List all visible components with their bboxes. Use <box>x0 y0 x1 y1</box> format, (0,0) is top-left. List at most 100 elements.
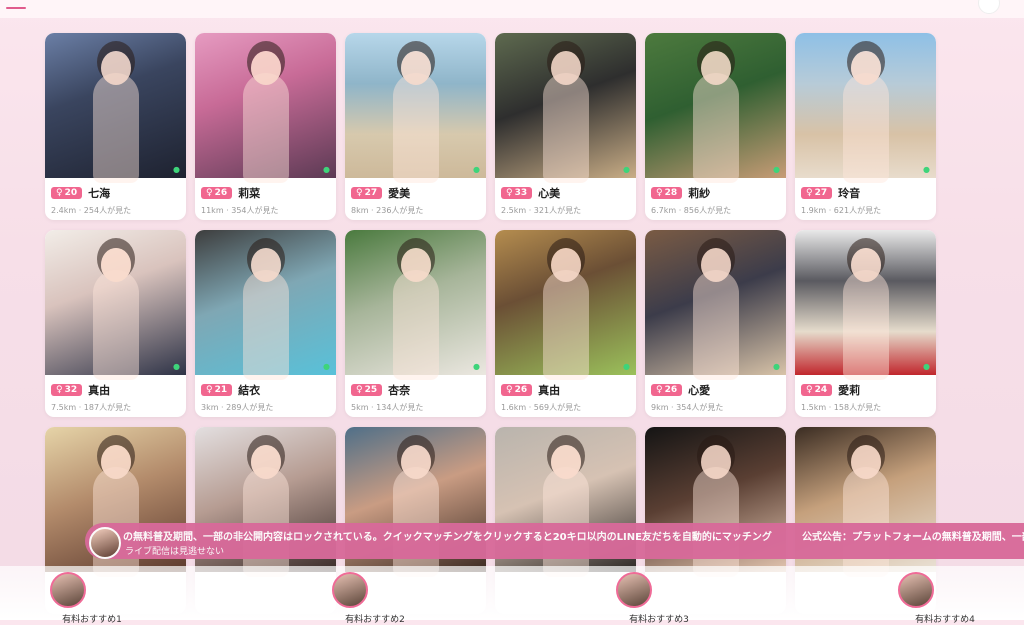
separator: · <box>76 403 84 412</box>
person-head <box>250 445 281 479</box>
profile-card[interactable]: ● ♀ 24 愛莉 1.5km · 158人が見た <box>795 230 936 417</box>
female-icon: ♀ <box>806 188 813 198</box>
profile-photo <box>195 230 336 380</box>
profile-photo <box>45 230 186 380</box>
distance: 9km <box>651 403 669 412</box>
view-count: 569人が見た <box>533 403 582 412</box>
age-badge: ♀ 26 <box>201 187 233 199</box>
person-head <box>700 248 731 282</box>
person-silhouette <box>92 73 139 183</box>
person-head <box>100 51 131 85</box>
view-count: 321人が見た <box>533 206 582 215</box>
nav-item-paid-2[interactable]: 有料おすすめ2 <box>302 572 405 625</box>
profile-name: 真由 <box>538 384 561 397</box>
view-count: 354人が見た <box>676 403 724 412</box>
profile-photo <box>345 33 486 183</box>
card-title-row: ♀ 27 玲音 <box>801 186 860 200</box>
age-badge: ♀ 28 <box>651 187 683 199</box>
profile-meta: 7.5km · 187人が見た <box>51 402 131 413</box>
distance: 3km <box>201 403 219 412</box>
profile-card[interactable]: ● ♀ 21 結衣 3km · 289人が見た <box>195 230 336 417</box>
profile-grid: ● ♀ 20 七海 2.4km · 254人が見た ● ♀ 26 莉菜 11km · 354人が見… <box>45 33 937 614</box>
age-value: 24 <box>814 385 828 395</box>
age-value: 25 <box>364 385 378 395</box>
person-silhouette <box>842 467 889 577</box>
nav-label: 有料おすすめ3 <box>629 615 689 625</box>
profile-card[interactable]: ● ♀ 26 心愛 9km · 354人が見た <box>645 230 786 417</box>
profile-name: 愛莉 <box>838 384 861 397</box>
distance: 2.5km <box>501 206 527 215</box>
card-title-row: ♀ 20 七海 <box>51 186 110 200</box>
nav-item-paid-3[interactable]: 有料おすすめ3 <box>586 572 689 625</box>
profile-meta: 9km · 354人が見た <box>651 402 723 413</box>
female-icon: ♀ <box>656 188 663 198</box>
announcement-avatar <box>89 527 121 559</box>
profile-photo <box>795 230 936 380</box>
profile-card[interactable]: ● ♀ 26 真由 1.6km · 569人が見た <box>495 230 636 417</box>
announcement-banner[interactable]: の無料普及期間、一部の非公開内容はロックされている。クイックマッチングをクリック… <box>85 523 1024 559</box>
distance: 5km <box>351 403 369 412</box>
profile-meta: 3km · 289人が見た <box>201 402 273 413</box>
person-silhouette <box>242 270 289 380</box>
nav-item-paid-4[interactable]: 有料おすすめ4 <box>868 572 975 625</box>
distance: 11km <box>201 206 224 215</box>
online-indicator-icon: ● <box>323 165 330 174</box>
profile-meta: 6.7km · 856人が見た <box>651 205 731 216</box>
profile-name: 杏奈 <box>388 384 411 397</box>
profile-name: 心愛 <box>688 384 711 397</box>
female-icon: ♀ <box>206 385 213 395</box>
announcement-text: の無料普及期間、一部の非公開内容はロックされている。クイックマッチングをクリック… <box>123 532 772 543</box>
distance: 2.4km <box>51 206 77 215</box>
profile-card[interactable]: ● ♀ 32 真由 7.5km · 187人が見た <box>45 230 186 417</box>
age-badge: ♀ 32 <box>51 384 83 396</box>
person-head <box>850 248 881 282</box>
nav-avatar <box>50 572 86 608</box>
card-title-row: ♀ 27 愛美 <box>351 186 410 200</box>
age-value: 26 <box>664 385 678 395</box>
view-count: 236人が見た <box>376 206 424 215</box>
separator: · <box>668 403 677 412</box>
profile-name: 心美 <box>538 187 561 200</box>
top-right-button[interactable] <box>978 0 1000 14</box>
profile-card[interactable]: ● ♀ 27 愛美 8km · 236人が見た <box>345 33 486 220</box>
distance: 8km <box>351 206 369 215</box>
person-head <box>550 51 581 85</box>
age-value: 26 <box>214 188 228 198</box>
card-title-row: ♀ 21 結衣 <box>201 383 260 397</box>
profile-card[interactable]: ● ♀ 27 玲音 1.9km · 621人が見た <box>795 33 936 220</box>
profile-photo <box>195 33 336 183</box>
view-count: 158人が見た <box>833 403 882 412</box>
view-count: 621人が見た <box>833 206 882 215</box>
separator: · <box>526 206 534 215</box>
profile-card[interactable]: ● ♀ 33 心美 2.5km · 321人が見た <box>495 33 636 220</box>
view-count: 289人が見た <box>226 403 274 412</box>
profile-meta: 5km · 134人が見た <box>351 402 423 413</box>
nav-label: 有料おすすめ1 <box>62 615 122 625</box>
nav-item-paid-1[interactable]: 有料おすすめ1 <box>20 572 122 625</box>
card-title-row: ♀ 28 莉紗 <box>651 186 710 200</box>
card-title-row: ♀ 26 心愛 <box>651 383 710 397</box>
bottom-nav: 有料おすすめ1 有料おすすめ2 有料おすすめ3 有料おすすめ4 <box>0 566 1024 625</box>
profile-card[interactable]: ● ♀ 20 七海 2.4km · 254人が見た <box>45 33 186 220</box>
age-badge: ♀ 24 <box>801 384 833 396</box>
profile-card[interactable]: ● ♀ 25 杏奈 5km · 134人が見た <box>345 230 486 417</box>
person-silhouette <box>542 270 589 380</box>
profile-photo <box>495 230 636 380</box>
separator: · <box>368 206 377 215</box>
profile-card[interactable]: ● ♀ 28 莉紗 6.7km · 856人が見た <box>645 33 786 220</box>
separator: · <box>526 403 534 412</box>
person-silhouette <box>392 73 439 183</box>
female-icon: ♀ <box>656 385 663 395</box>
person-head <box>250 51 281 85</box>
age-badge: ♀ 21 <box>201 384 233 396</box>
profile-card[interactable]: ● ♀ 26 莉菜 11km · 354人が見た <box>195 33 336 220</box>
person-silhouette <box>542 73 589 183</box>
distance: 6.7km <box>651 206 677 215</box>
card-title-row: ♀ 32 真由 <box>51 383 110 397</box>
online-indicator-icon: ● <box>323 362 330 371</box>
distance: 1.9km <box>801 206 827 215</box>
person-head <box>700 445 731 479</box>
person-silhouette <box>692 73 739 183</box>
age-badge: ♀ 26 <box>501 384 533 396</box>
age-value: 27 <box>814 188 828 198</box>
